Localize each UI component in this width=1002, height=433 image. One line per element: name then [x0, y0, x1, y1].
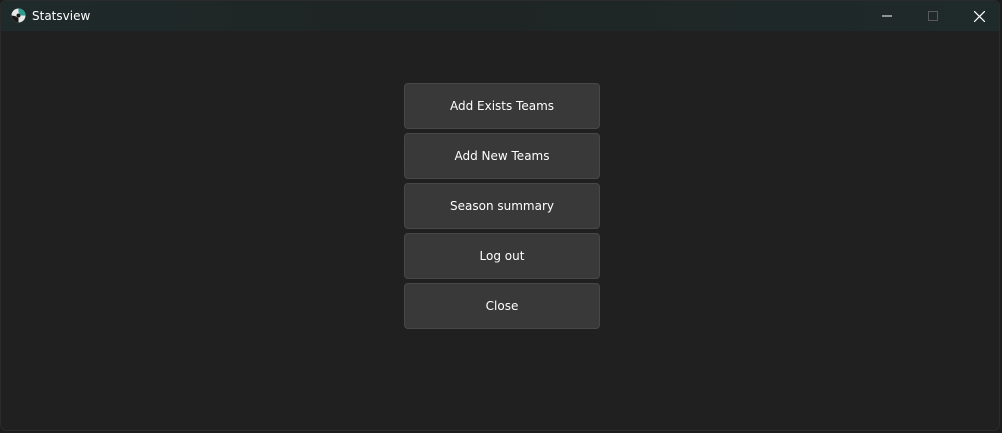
log-out-button[interactable]: Log out — [404, 233, 600, 279]
season-summary-button[interactable]: Season summary — [404, 183, 600, 229]
soccer-ball-icon — [11, 8, 26, 23]
title-bar[interactable]: Statsview — [1, 1, 999, 31]
minimize-icon — [882, 15, 892, 17]
app-window: Statsview Add Exists Teams Add New Teams… — [0, 0, 1000, 431]
close-icon — [973, 10, 985, 22]
add-exists-teams-button[interactable]: Add Exists Teams — [404, 83, 600, 129]
minimize-button[interactable] — [864, 1, 910, 31]
close-button[interactable]: Close — [404, 283, 600, 329]
maximize-button[interactable] — [910, 1, 956, 31]
close-window-button[interactable] — [956, 1, 999, 31]
main-content: Add Exists Teams Add New Teams Season su… — [1, 31, 999, 430]
main-menu: Add Exists Teams Add New Teams Season su… — [404, 83, 600, 333]
window-title: Statsview — [32, 9, 91, 23]
maximize-icon — [928, 11, 938, 21]
add-new-teams-button[interactable]: Add New Teams — [404, 133, 600, 179]
